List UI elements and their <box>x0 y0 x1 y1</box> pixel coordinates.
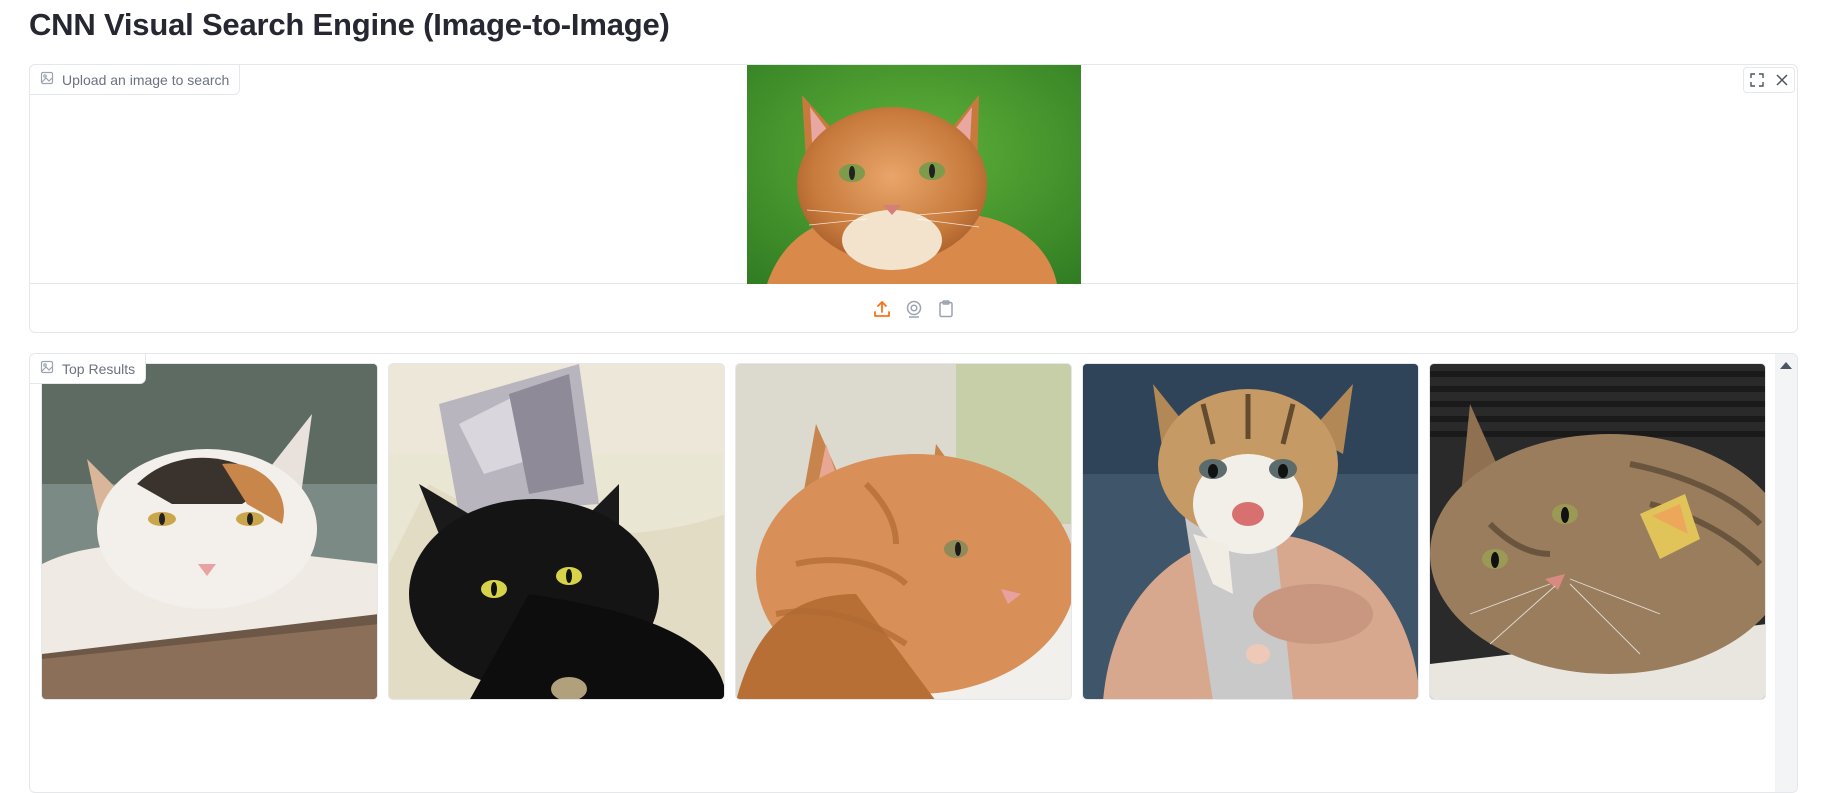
fullscreen-icon[interactable] <box>1744 68 1769 92</box>
results-label-text: Top Results <box>62 360 136 377</box>
close-icon[interactable] <box>1769 68 1794 92</box>
result-thumbnail-2[interactable] <box>388 363 725 700</box>
image-upload-panel[interactable]: Upload an image to search <box>29 64 1798 333</box>
upload-label: Upload an image to search <box>29 64 241 95</box>
result-thumbnail-3[interactable] <box>735 363 1072 700</box>
upload-label-text: Upload an image to search <box>62 71 230 88</box>
results-grid <box>41 363 1766 700</box>
result-thumbnail-5[interactable] <box>1429 363 1766 700</box>
result-thumbnail-1[interactable] <box>41 363 378 700</box>
image-icon <box>40 360 54 377</box>
upload-icon[interactable] <box>871 298 893 320</box>
gallery-scrollbar[interactable] <box>1775 354 1797 792</box>
clipboard-icon[interactable] <box>935 298 957 320</box>
query-image <box>747 65 1081 284</box>
webcam-icon[interactable] <box>903 298 925 320</box>
page-title: CNN Visual Search Engine (Image-to-Image… <box>29 7 670 42</box>
result-thumbnail-4[interactable] <box>1082 363 1419 700</box>
preview-toolbar <box>1743 67 1795 93</box>
image-source-selector <box>30 285 1797 333</box>
results-gallery: Top Results <box>29 353 1798 793</box>
scroll-up-icon[interactable] <box>1778 358 1794 372</box>
results-label: Top Results <box>30 354 147 384</box>
query-image-preview <box>30 65 1797 284</box>
image-icon <box>40 71 54 88</box>
